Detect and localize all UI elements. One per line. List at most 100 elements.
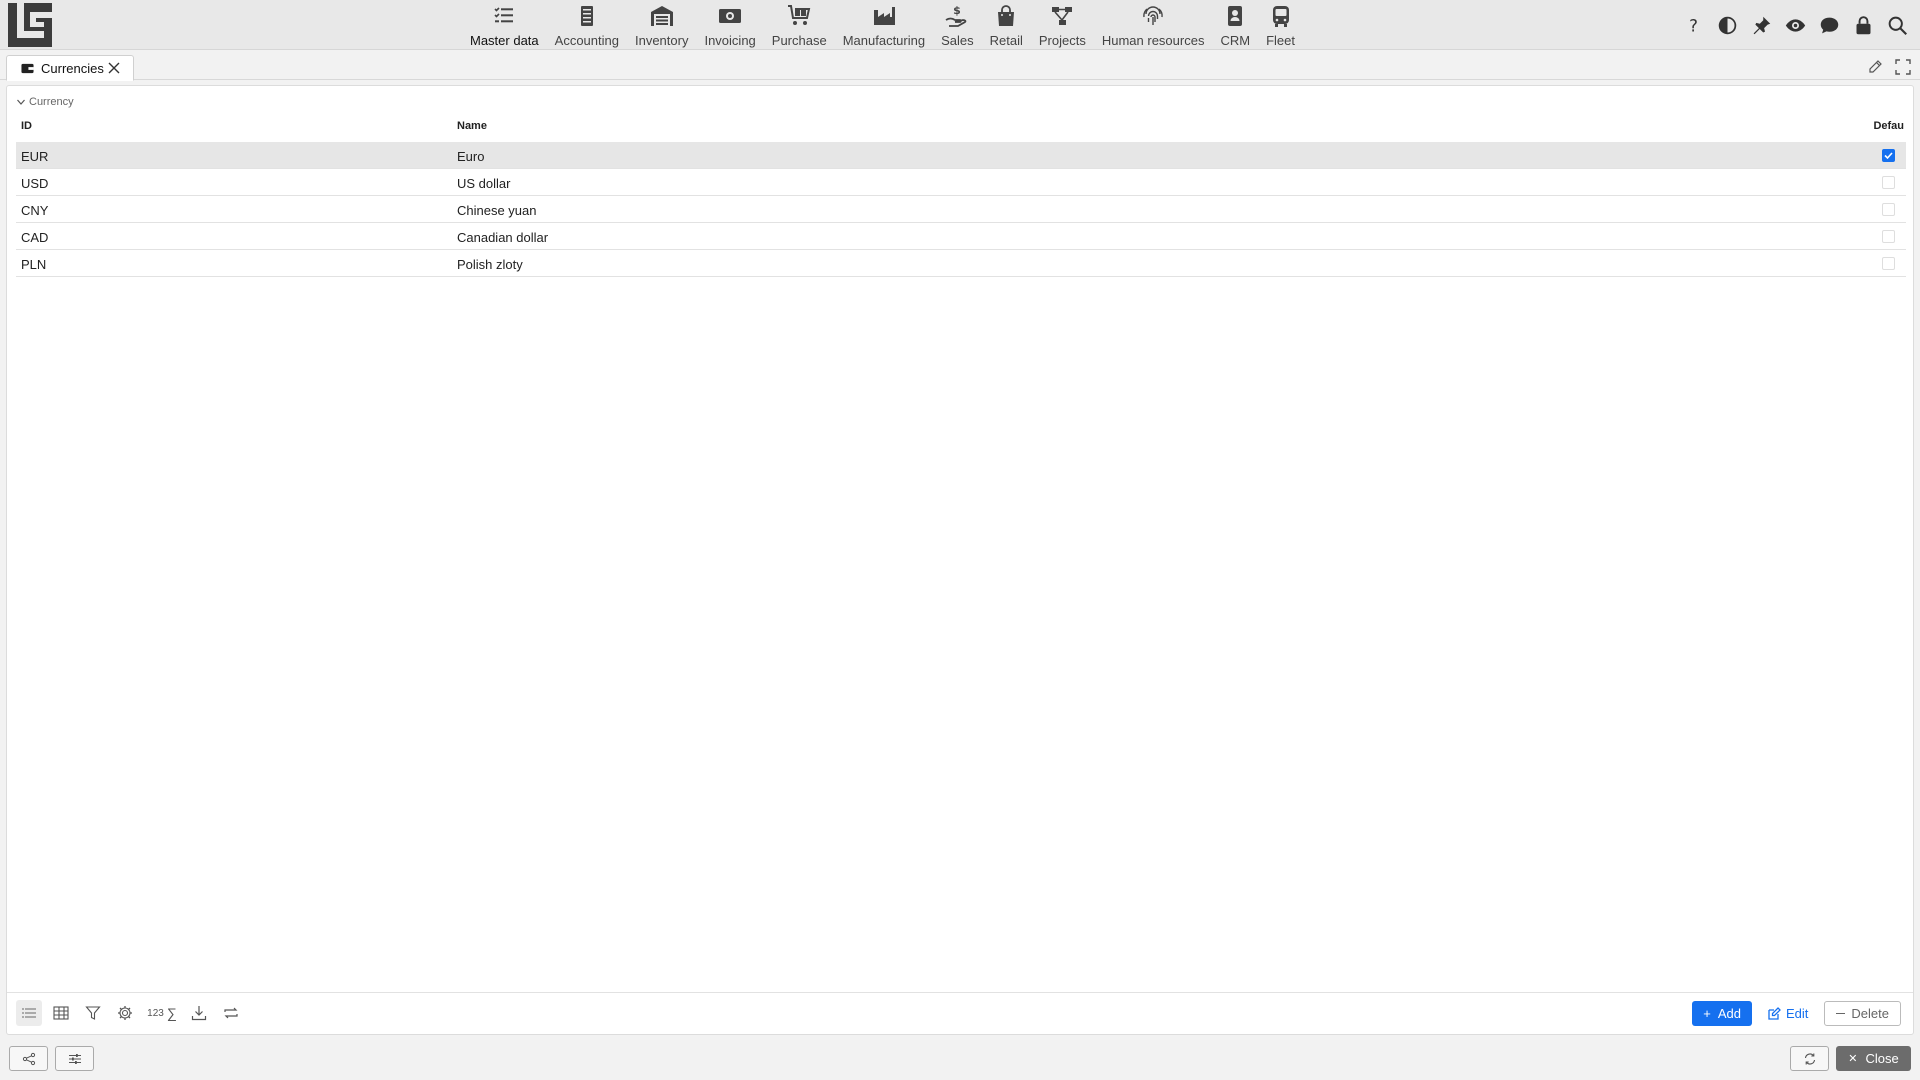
table-row[interactable]: USD US dollar: [16, 169, 1906, 196]
table-icon: [53, 1006, 69, 1020]
module-label: Purchase: [771, 33, 827, 48]
cell-name: US dollar: [457, 176, 511, 191]
adjustments-button[interactable]: [55, 1046, 94, 1071]
table-row[interactable]: PLN Polish zloty: [16, 250, 1906, 277]
module-crm[interactable]: CRM: [1212, 0, 1258, 50]
company-logo-icon[interactable]: [8, 3, 52, 47]
contrast-icon: [1718, 16, 1736, 34]
svg-text:$: $: [954, 4, 962, 17]
chat-button[interactable]: [1812, 8, 1846, 42]
filter-button[interactable]: [80, 1000, 106, 1026]
totals-button[interactable]: 123 ∑: [144, 1000, 180, 1026]
view-button[interactable]: [1778, 8, 1812, 42]
sliders-icon: [68, 1053, 81, 1064]
add-button[interactable]: + Add: [1692, 1001, 1753, 1026]
ledger-icon: [580, 6, 593, 26]
edit-label: Edit: [1786, 1006, 1809, 1021]
checklist-icon: [494, 7, 514, 23]
column-header-name[interactable]: Name: [457, 120, 487, 132]
fullscreen-button[interactable]: [1892, 56, 1914, 78]
chevron-down-icon: [17, 99, 25, 105]
delete-label: Delete: [1851, 1006, 1889, 1021]
refresh-icon: [1804, 1052, 1815, 1065]
number-format-label: 123: [147, 1007, 164, 1019]
help-button[interactable]: ?: [1676, 8, 1710, 42]
module-master-data[interactable]: Master data: [462, 0, 547, 50]
close-button[interactable]: ✕ Close: [1836, 1046, 1911, 1071]
contrast-button[interactable]: [1710, 8, 1744, 42]
module-label: Invoicing: [704, 33, 756, 48]
repeat-icon: [224, 1007, 238, 1019]
grid-view-button[interactable]: [48, 1000, 74, 1026]
shopping-bag-icon: [998, 5, 1015, 26]
cell-name: Canadian dollar: [457, 230, 549, 245]
default-checkbox[interactable]: [1882, 176, 1895, 189]
module-accounting[interactable]: Accounting: [547, 0, 627, 50]
close-icon[interactable]: [107, 61, 121, 75]
export-button[interactable]: [186, 1000, 212, 1026]
module-projects[interactable]: Projects: [1031, 0, 1094, 50]
svg-text:?: ?: [1689, 16, 1698, 35]
gear-icon: [118, 1006, 132, 1020]
module-human-resources[interactable]: Human resources: [1094, 0, 1213, 50]
table-row[interactable]: CNY Chinese yuan: [16, 196, 1906, 223]
tab-currencies[interactable]: Currencies: [6, 55, 134, 81]
toolbar-right: + Add Edit Delete: [1692, 1001, 1901, 1026]
cell-name: Chinese yuan: [457, 203, 537, 218]
pencil-icon: [1869, 60, 1882, 73]
module-manufacturing[interactable]: Manufacturing: [835, 0, 933, 50]
share-icon: [22, 1052, 35, 1065]
module-label: Retail: [989, 33, 1023, 48]
module-invoicing[interactable]: Invoicing: [696, 0, 763, 50]
list-view-button[interactable]: [16, 1000, 42, 1026]
close-label: Close: [1865, 1051, 1899, 1066]
share-button[interactable]: [9, 1046, 48, 1071]
column-header-default[interactable]: Defau: [1873, 120, 1904, 132]
module-label: Accounting: [554, 33, 619, 48]
module-label: Projects: [1038, 33, 1086, 48]
footer-bar: ✕ Close: [0, 1043, 1920, 1080]
module-sales[interactable]: $ Sales: [933, 0, 982, 50]
factory-icon: [873, 7, 895, 25]
lock-button[interactable]: [1846, 8, 1880, 42]
checkmark-icon: [1884, 152, 1893, 160]
sum-icon: ∑: [166, 1005, 177, 1021]
refresh-data-button[interactable]: [218, 1000, 244, 1026]
default-checkbox[interactable]: [1882, 149, 1895, 162]
table-row[interactable]: EUR Euro: [16, 142, 1906, 169]
group-label: Currency: [29, 96, 74, 108]
module-purchase[interactable]: Purchase: [764, 0, 835, 50]
search-icon: [1888, 16, 1907, 35]
module-retail[interactable]: Retail: [982, 0, 1031, 50]
reload-button[interactable]: [1790, 1046, 1829, 1071]
settings-button[interactable]: [112, 1000, 138, 1026]
warehouse-icon: [650, 6, 673, 26]
default-checkbox[interactable]: [1882, 257, 1895, 270]
download-icon: [191, 1006, 207, 1021]
module-inventory[interactable]: Inventory: [627, 0, 696, 50]
grid-rows: EUR Euro USD US dollar CNY Chinese yuan …: [16, 142, 1906, 277]
filter-icon: [85, 1006, 101, 1020]
edit-layout-button[interactable]: [1864, 56, 1886, 78]
module-label: CRM: [1220, 33, 1251, 48]
tab-label: Currencies: [41, 60, 104, 76]
top-navigation-bar: Master data Accounting Inventory Invoici…: [0, 0, 1920, 50]
tab-strip-actions: [1864, 56, 1914, 78]
edit-button[interactable]: Edit: [1762, 1001, 1814, 1026]
delete-button[interactable]: Delete: [1824, 1001, 1901, 1026]
search-button[interactable]: [1880, 8, 1914, 42]
add-label: Add: [1717, 1006, 1742, 1021]
column-header-id[interactable]: ID: [21, 120, 32, 132]
grid-header: ID Name Defau: [16, 116, 1906, 138]
group-header-currency[interactable]: Currency: [16, 96, 74, 108]
table-row[interactable]: CAD Canadian dollar: [16, 223, 1906, 250]
currencies-panel: Currency ID Name Defau EUR Euro USD US d…: [6, 85, 1914, 1035]
cell-id: CAD: [21, 230, 49, 245]
default-checkbox[interactable]: [1882, 203, 1895, 216]
default-checkbox[interactable]: [1882, 230, 1895, 243]
tab-strip: Currencies: [0, 50, 1920, 81]
module-fleet[interactable]: Fleet: [1258, 0, 1303, 50]
module-label: Sales: [941, 33, 974, 48]
wallet-icon: [21, 62, 34, 75]
pin-button[interactable]: [1744, 8, 1778, 42]
